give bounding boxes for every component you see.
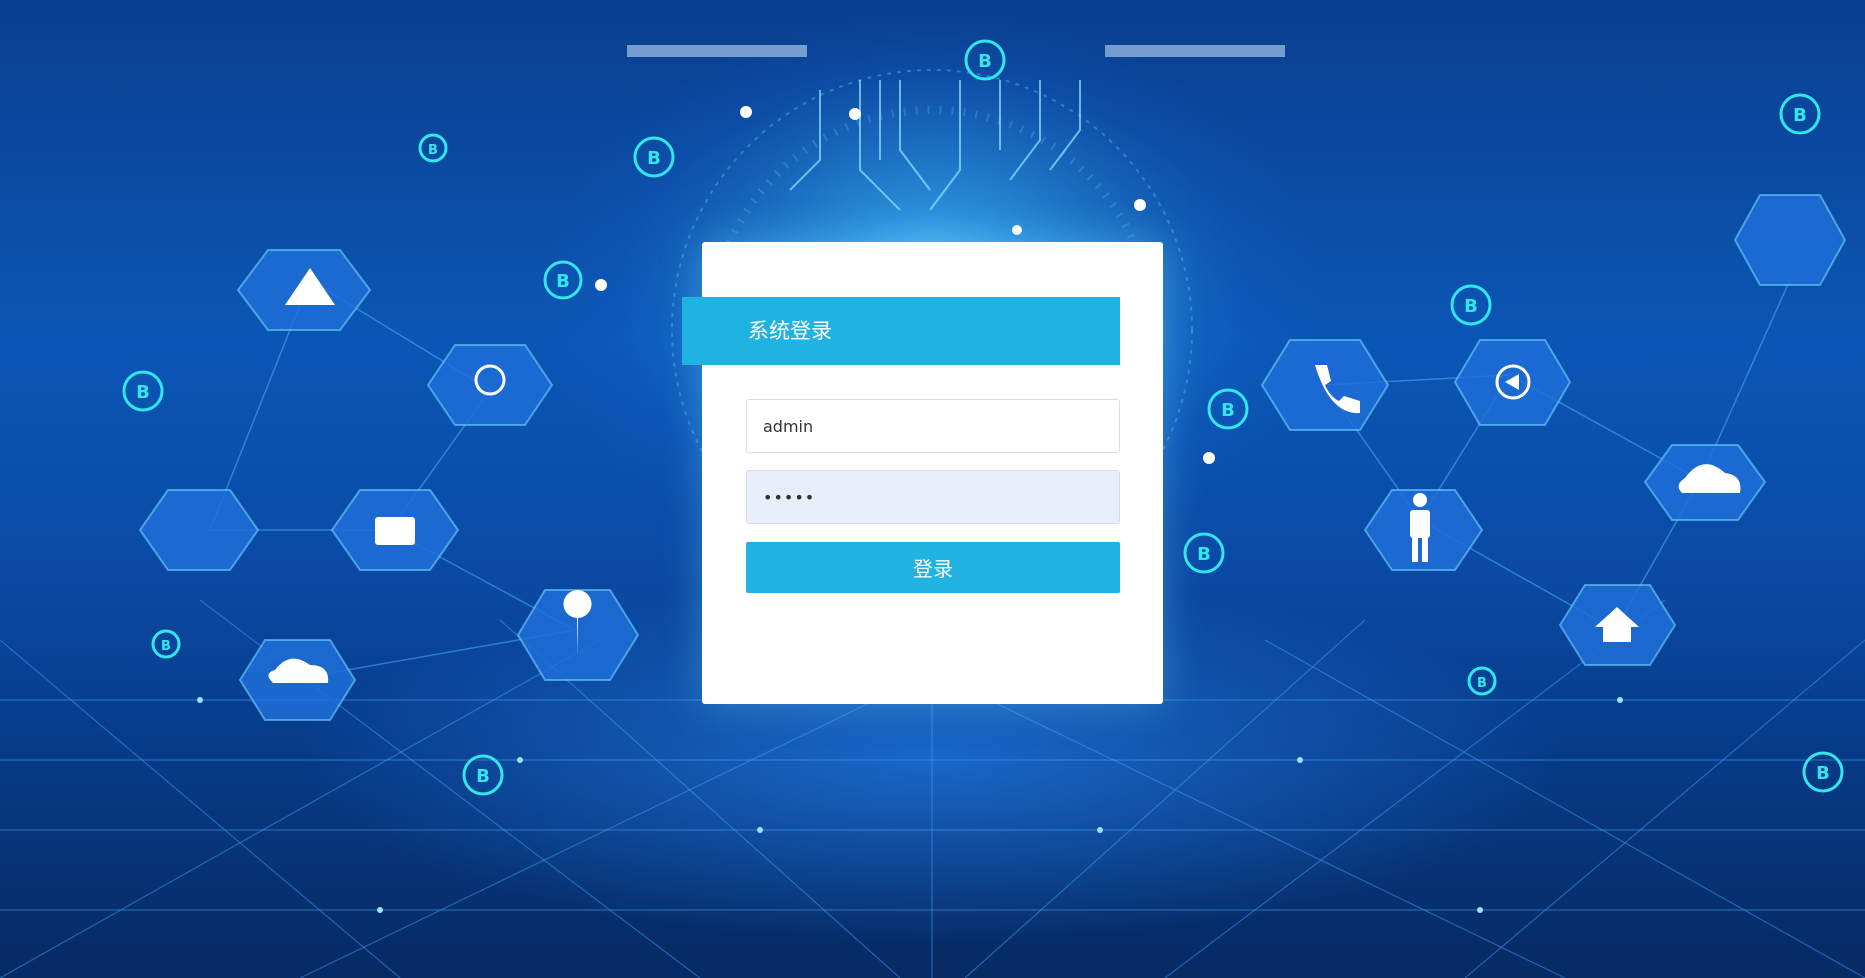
username-input[interactable] [746, 399, 1120, 453]
folder-icon [375, 517, 415, 545]
svg-text:B: B [1464, 296, 1478, 317]
svg-text:B: B [556, 271, 570, 292]
svg-text:B: B [1197, 544, 1211, 565]
password-input[interactable] [746, 470, 1120, 524]
svg-text:B: B [1221, 400, 1235, 421]
svg-text:B: B [978, 51, 992, 72]
svg-text:B: B [647, 148, 661, 169]
login-title: 系统登录 [682, 297, 1120, 365]
login-button[interactable]: 登录 [746, 542, 1120, 593]
svg-text:B: B [476, 766, 490, 787]
svg-text:B: B [428, 143, 438, 158]
svg-text:B: B [161, 639, 171, 654]
svg-text:B: B [136, 382, 150, 403]
svg-text:B: B [1816, 763, 1830, 784]
svg-text:B: B [1793, 105, 1807, 126]
svg-text:B: B [1477, 676, 1487, 691]
